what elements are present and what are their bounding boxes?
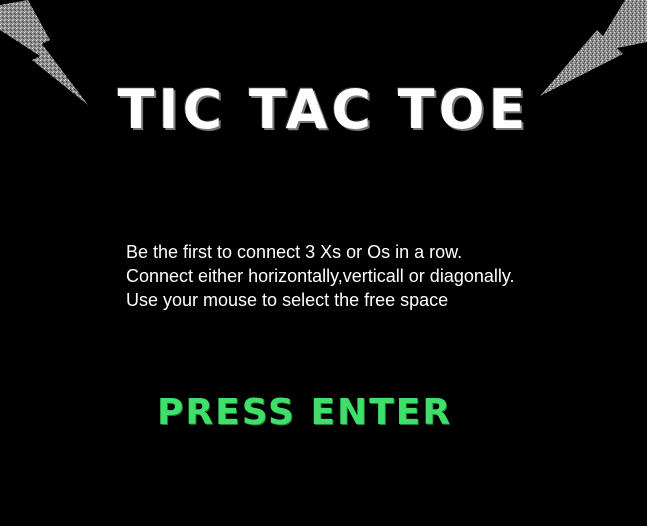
- instruction-line: Connect either horizontally,verticall or…: [126, 266, 515, 286]
- title-screen: TIC TAC TOE Be the first to connect 3 Xs…: [0, 0, 647, 526]
- press-enter-prompt[interactable]: PRESS ENTER: [157, 392, 452, 433]
- instruction-line: Use your mouse to select the free space: [126, 290, 449, 310]
- instruction-line: Be the first to connect 3 Xs or Os in a …: [126, 242, 463, 262]
- game-title: TIC TAC TOE: [117, 78, 530, 141]
- instructions: Be the first to connect 3 Xs or Os in a …: [126, 240, 515, 312]
